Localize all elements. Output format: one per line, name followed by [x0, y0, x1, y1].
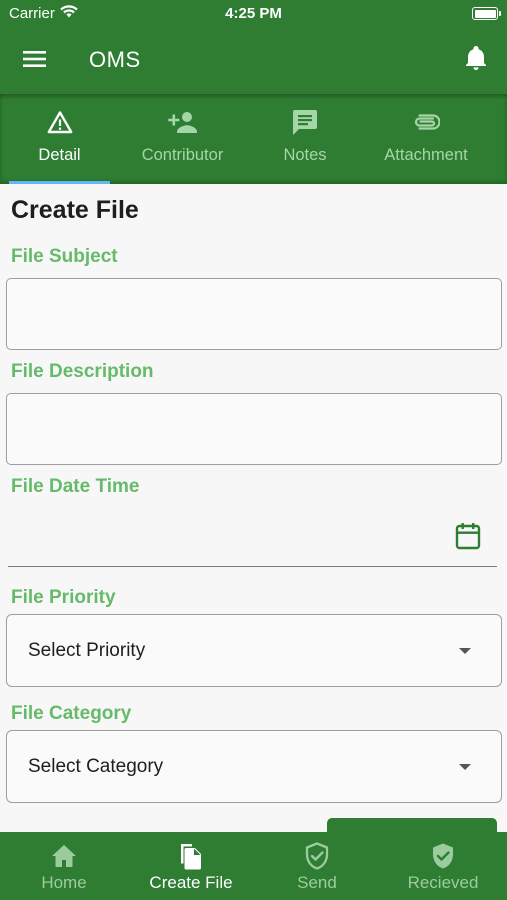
- category-label: File Category: [11, 703, 132, 724]
- shield-check-outline-icon: [305, 842, 329, 870]
- subject-input[interactable]: [6, 278, 502, 350]
- caret-down-icon: [459, 764, 471, 770]
- tab-notes-label: Notes: [283, 146, 327, 164]
- hamburger-menu-icon: [23, 50, 47, 73]
- bottom-nav: Home Create File Send Recieved: [0, 832, 507, 900]
- subject-label: File Subject: [11, 246, 118, 267]
- home-icon: [51, 842, 77, 870]
- tab-bar-shadow: [0, 94, 507, 100]
- tab-attachment[interactable]: Attachment: [370, 94, 482, 184]
- menu-button[interactable]: [20, 46, 50, 76]
- bell-icon: [466, 45, 486, 75]
- app-title: OMS: [89, 47, 141, 72]
- nav-create-file[interactable]: Create File: [136, 832, 246, 900]
- active-tab-indicator: [9, 181, 110, 184]
- description-label: File Description: [11, 361, 154, 382]
- nav-received[interactable]: Recieved: [395, 832, 491, 900]
- paperclip-icon: [412, 108, 440, 136]
- tab-detail-label: Detail: [38, 146, 81, 164]
- warning-icon: [47, 108, 73, 136]
- page-title: Create File: [11, 196, 139, 224]
- shield-check-filled-icon: [431, 842, 455, 870]
- priority-select[interactable]: Select Priority: [6, 614, 502, 687]
- nav-received-label: Recieved: [407, 873, 479, 892]
- description-input[interactable]: [6, 393, 502, 465]
- datetime-input[interactable]: [8, 510, 448, 564]
- app-bar: OMS: [0, 28, 507, 94]
- person-add-icon: [167, 108, 198, 136]
- priority-select-value: Select Priority: [28, 640, 146, 661]
- date-picker-button[interactable]: [453, 522, 483, 555]
- nav-home-label: Home: [41, 873, 87, 892]
- file-copy-icon: [178, 842, 204, 870]
- tab-attachment-label: Attachment: [384, 146, 468, 164]
- battery-icon: [472, 7, 501, 20]
- nav-create-file-label: Create File: [149, 873, 233, 892]
- calendar-icon: [455, 522, 481, 555]
- tab-notes[interactable]: Notes: [262, 94, 348, 184]
- comment-icon: [292, 108, 318, 136]
- nav-send-label: Send: [297, 873, 337, 892]
- status-bar: Carrier 4:25 PM: [0, 0, 507, 28]
- nav-send[interactable]: Send: [277, 832, 357, 900]
- priority-label: File Priority: [11, 587, 116, 608]
- datetime-underline: [8, 566, 497, 568]
- datetime-label: File Date Time: [11, 476, 140, 497]
- tab-bar: Detail Contributor Notes Attachment: [0, 94, 507, 184]
- nav-home[interactable]: Home: [24, 832, 104, 900]
- tab-detail[interactable]: Detail: [9, 94, 110, 184]
- category-select-value: Select Category: [28, 756, 164, 777]
- tab-contributor-label: Contributor: [141, 146, 224, 164]
- tab-contributor[interactable]: Contributor: [127, 94, 238, 184]
- caret-down-icon: [459, 648, 471, 654]
- category-select[interactable]: Select Category: [6, 730, 502, 803]
- status-time: 4:25 PM: [225, 5, 282, 22]
- notifications-button[interactable]: [461, 45, 491, 75]
